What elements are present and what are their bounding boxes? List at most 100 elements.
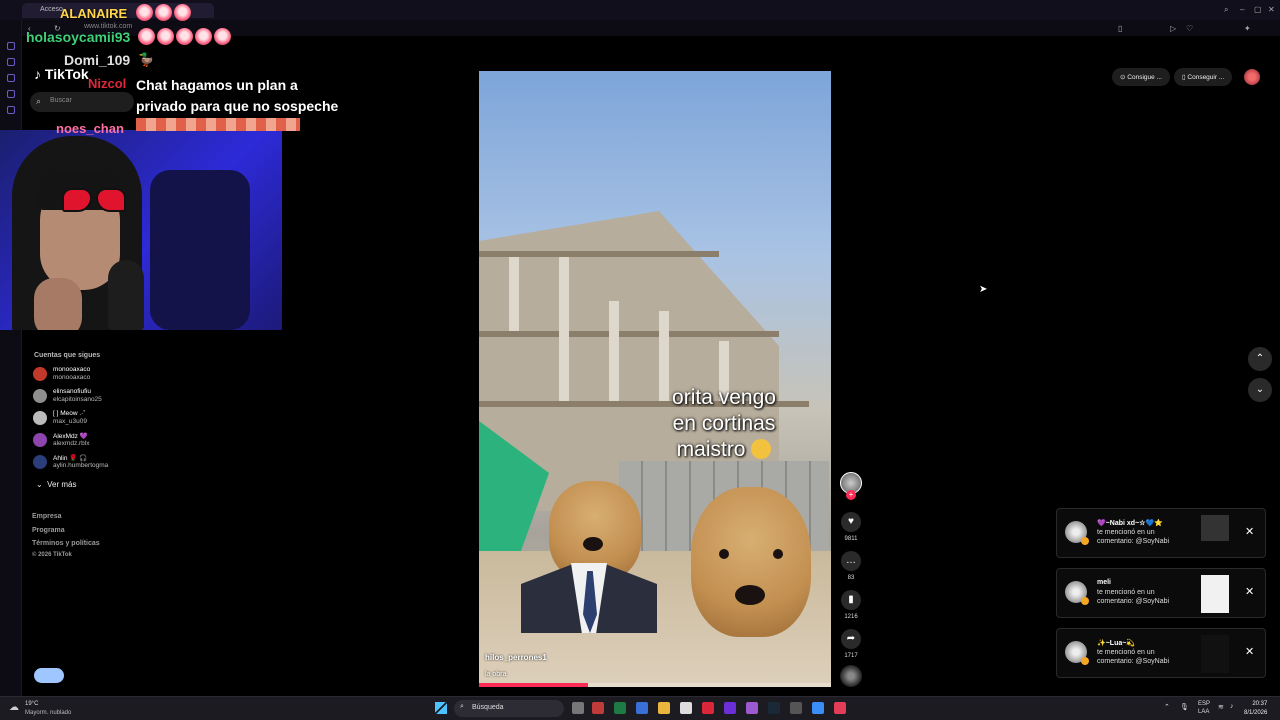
wifi-icon[interactable]: ≋ xyxy=(1218,703,1224,711)
notification-text: te mencionó en un xyxy=(1097,649,1155,656)
close-icon[interactable]: ✕ xyxy=(1268,5,1275,14)
close-icon[interactable]: ✕ xyxy=(1245,525,1254,538)
share-button[interactable]: ➦ 1717 xyxy=(840,629,862,659)
chat-user: holasoycamii93 xyxy=(26,29,131,45)
folder-icon[interactable] xyxy=(658,702,670,714)
chevron-down-icon: ⌄ xyxy=(1255,384,1265,395)
close-icon[interactable]: ✕ xyxy=(1245,645,1254,658)
mic-icon[interactable]: 🎙 xyxy=(1180,703,1189,711)
close-icon[interactable]: ✕ xyxy=(1245,585,1254,598)
chat-user: noes_chan xyxy=(56,121,124,136)
sidebar-app-icon[interactable] xyxy=(7,42,15,50)
like-button[interactable]: ♥ 9811 xyxy=(840,512,862,542)
caption-line: maistro xyxy=(676,438,746,461)
chevron-up-icon: ⌃ xyxy=(1255,353,1265,364)
follow-plus-icon[interactable]: + xyxy=(846,490,856,500)
tiktok-logo[interactable]: ♪ TikTok xyxy=(34,66,89,82)
footer-link[interactable]: Términos y políticas xyxy=(32,540,100,547)
toggle-switch[interactable] xyxy=(34,668,64,683)
video-player[interactable]: orita vengo en cortinas maistro hilos_pe… xyxy=(479,71,831,687)
play-icon[interactable]: ▷ xyxy=(1170,24,1176,33)
streamer-name: ALANAIRE xyxy=(60,6,128,21)
avatar xyxy=(33,433,47,447)
next-video-button[interactable]: ⌄ xyxy=(1248,378,1272,402)
following-account[interactable]: AlexMdz 💜 alexmdz.rblx xyxy=(33,432,163,452)
sidebar-app-icon[interactable] xyxy=(7,90,15,98)
emote xyxy=(176,28,193,45)
chevron-up-icon[interactable]: ⌃ xyxy=(1164,703,1170,711)
phone-icon: ▯ xyxy=(1182,74,1186,81)
account-name: Ahlin 🌹 🎧 xyxy=(53,455,88,462)
emote xyxy=(136,4,153,21)
opera-gx-icon[interactable] xyxy=(724,702,736,714)
bookmark-icon: ▮ xyxy=(841,590,861,610)
video-username[interactable]: hilos_perrones1 xyxy=(485,653,547,662)
language-indicator[interactable]: ESP LAA xyxy=(1198,700,1210,716)
search-input[interactable]: ⌕ Buscar xyxy=(30,92,134,112)
comment-button[interactable]: … 83 xyxy=(840,551,862,581)
app-icon[interactable] xyxy=(834,702,846,714)
notification-toast[interactable]: ✨~Lua~💫 te mencionó en un comentario: @S… xyxy=(1056,628,1266,678)
app-icon[interactable] xyxy=(592,702,604,714)
music-disc-icon[interactable] xyxy=(840,665,862,687)
previous-video-button[interactable]: ⌃ xyxy=(1248,347,1272,371)
video-progress-bar[interactable] xyxy=(479,683,831,687)
avatar xyxy=(33,411,47,425)
following-account[interactable]: elinsanofiufiu elcapitoinsano25 xyxy=(33,388,163,408)
steam-icon[interactable] xyxy=(768,702,780,714)
notification-toast[interactable]: meli te mencionó en un comentario: @SoyN… xyxy=(1056,568,1266,618)
maximize-icon[interactable]: ▢ xyxy=(1254,5,1262,14)
ver-mas-button[interactable]: ⌄ Ver más xyxy=(36,480,77,489)
mouse-cursor-icon: ➤ xyxy=(979,284,988,295)
get-app-button[interactable]: ▯ Conseguir ... xyxy=(1174,68,1233,86)
ver-mas-label: Ver más xyxy=(47,480,77,489)
column xyxy=(559,257,569,401)
windows-start-icon[interactable] xyxy=(435,702,447,714)
caption-line: orita vengo xyxy=(672,386,776,409)
following-heading: Cuentas que sigues xyxy=(34,352,101,359)
microphone xyxy=(108,260,144,330)
copyright: © 2026 TikTok xyxy=(32,552,72,558)
clock[interactable]: 20:37 8/1/2026 xyxy=(1244,700,1267,718)
notification-text: comentario: @SoyNabi xyxy=(1097,538,1170,545)
notification-text: comentario: @SoyNabi xyxy=(1097,658,1170,665)
comment-count: 83 xyxy=(847,575,855,581)
app-icon[interactable] xyxy=(636,702,648,714)
app-icon[interactable] xyxy=(812,702,824,714)
heart-icon[interactable]: ♡ xyxy=(1186,24,1193,33)
task-view-icon[interactable] xyxy=(572,702,584,714)
footer-link[interactable]: Empresa xyxy=(32,513,62,520)
taskbar-search[interactable]: ⌕ Búsqueda xyxy=(454,700,564,717)
browser-titlebar: Acceso ⌕ – ▢ ✕ xyxy=(0,0,1280,20)
following-account[interactable]: Ahlin 🌹 🎧 aylin.humbertogma xyxy=(33,454,163,474)
profile-avatar[interactable] xyxy=(1244,69,1260,85)
account-name: AlexMdz 💜 xyxy=(53,433,88,440)
app-icon[interactable] xyxy=(680,702,692,714)
speaker-icon[interactable]: ♪ xyxy=(1230,703,1234,710)
following-account[interactable]: monooaxaco monooaxaco xyxy=(33,366,163,386)
account-username: elcapitoinsano25 xyxy=(53,396,102,403)
app-icon[interactable] xyxy=(702,702,714,714)
get-coins-button[interactable]: ⊙ Consigue ... xyxy=(1112,68,1170,86)
save-button[interactable]: ▮ 1216 xyxy=(840,590,862,620)
heart-glasses-right xyxy=(96,188,126,212)
video-caption: orita vengo en cortinas maistro xyxy=(639,385,809,463)
ai-icon[interactable]: ✦ xyxy=(1244,24,1251,33)
minimize-icon[interactable]: – xyxy=(1240,5,1244,14)
search-icon[interactable]: ⌕ xyxy=(1224,5,1228,15)
sidebar-app-icon[interactable] xyxy=(7,74,15,82)
notification-toast[interactable]: 💜~Nabi xd~☆💙⭐ te mencionó en un comentar… xyxy=(1056,508,1266,558)
twitch-icon[interactable] xyxy=(746,702,758,714)
comment-icon: … xyxy=(841,551,861,571)
weather-temp[interactable]: 19°C xyxy=(25,701,38,707)
app-icon[interactable] xyxy=(790,702,802,714)
caption-line: en cortinas xyxy=(672,412,776,435)
logo-text: TikTok xyxy=(44,66,89,82)
excel-icon[interactable] xyxy=(614,702,626,714)
button-label: Conseguir ... xyxy=(1187,74,1225,81)
footer-link[interactable]: Programa xyxy=(32,527,65,534)
sidebar-app-icon[interactable] xyxy=(7,58,15,66)
sidebar-app-icon[interactable] xyxy=(7,106,15,114)
bookmark-icon[interactable]: ▯ xyxy=(1118,24,1122,33)
following-account[interactable]: [ ] Meow .·˚ max_u3u09 xyxy=(33,410,163,430)
